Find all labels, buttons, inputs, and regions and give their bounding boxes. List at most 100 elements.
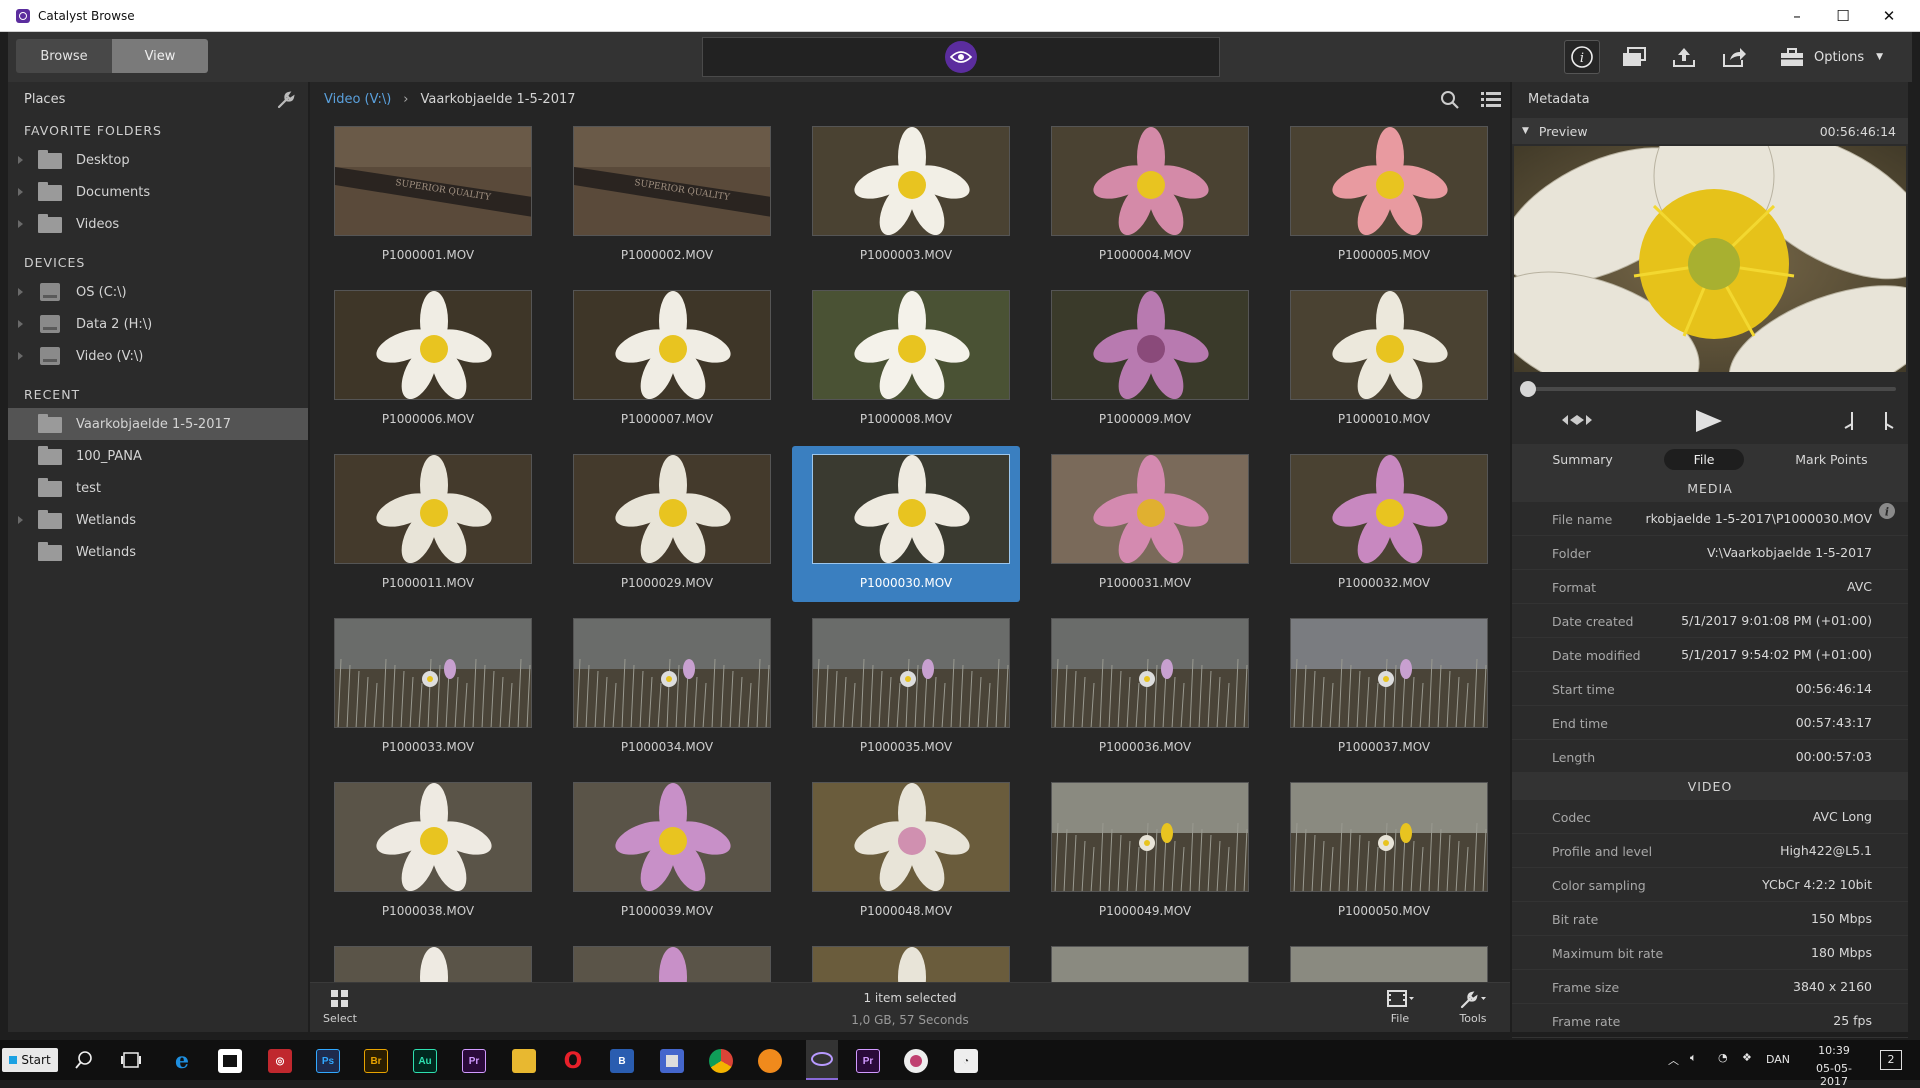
file-thumbnail[interactable]: SUPERIOR QUALITY P1000001.MOV [314,118,542,274]
notification-center-icon[interactable]: 2 [1880,1050,1902,1070]
info-circle-icon[interactable]: i [1878,502,1896,520]
bridge-icon[interactable]: Br [364,1049,388,1073]
mark-in-icon[interactable] [1842,410,1858,432]
file-thumbnail[interactable]: P1000007.MOV [553,282,781,438]
sidebar-item-documents[interactable]: Documents [8,176,308,208]
sidebar-item-drive-c[interactable]: OS (C:\) [8,276,308,308]
file-thumbnail[interactable]: P1000048.MOV [792,774,1020,930]
file-thumbnail[interactable]: P1000037.MOV [1270,610,1498,766]
expand-arrow-icon[interactable] [18,288,23,296]
close-button[interactable]: ✕ [1866,0,1912,32]
breadcrumb-root-link[interactable]: Video (V:\) [324,92,391,107]
scrubber-track[interactable] [1524,387,1896,391]
app-icon-orange[interactable] [758,1049,782,1073]
copy-icon[interactable] [1616,40,1652,74]
file-thumbnail[interactable]: P1000049.MOV [1031,774,1259,930]
davinci-icon[interactable] [904,1049,928,1073]
app-icon-red[interactable]: ◎ [268,1049,292,1073]
file-thumbnail-partial[interactable] [314,938,542,982]
preview-scrubber[interactable] [1520,379,1900,399]
premiere-icon[interactable]: Pr [462,1049,486,1073]
clock-date[interactable]: 05-05-2017 [1804,1062,1864,1088]
file-thumbnail-partial[interactable] [792,938,1020,982]
tools-menu-button[interactable]: Tools [1448,989,1498,1025]
start-button[interactable]: Start [2,1048,58,1072]
shuttle-icon[interactable] [1562,412,1592,428]
file-thumbnail[interactable]: P1000036.MOV [1031,610,1259,766]
export-icon[interactable] [1716,40,1752,74]
sidebar-item-recent-100pana[interactable]: 100_PANA [8,440,308,472]
play-icon[interactable] [1694,408,1724,434]
expand-arrow-icon[interactable] [18,156,23,164]
file-thumbnail[interactable]: P1000010.MOV [1270,282,1498,438]
tab-summary[interactable]: Summary [1522,449,1642,470]
file-thumbnail-partial[interactable] [553,938,781,982]
search-icon[interactable] [1440,90,1460,110]
file-explorer-icon[interactable] [512,1049,536,1073]
premiere-icon-2[interactable]: Pr [856,1049,880,1073]
info-icon[interactable]: i [1564,40,1600,74]
file-thumbnail[interactable]: P1000039.MOV [553,774,781,930]
file-thumbnail[interactable]: P1000034.MOV [553,610,781,766]
sidebar-item-recent-test[interactable]: test [8,472,308,504]
expand-arrow-icon[interactable] [18,352,23,360]
file-thumbnail[interactable]: P1000031.MOV [1031,446,1259,602]
expand-arrow-icon[interactable] [18,188,23,196]
store-icon[interactable] [218,1049,242,1073]
dropbox-icon[interactable]: ❖ [1742,1051,1752,1064]
collapse-arrow-icon[interactable]: ▼ [1522,126,1529,136]
sidebar-item-recent-vaarkobjaelde[interactable]: Vaarkobjaelde 1-5-2017 [8,408,308,440]
scrubber-handle[interactable] [1520,381,1536,397]
expand-arrow-icon[interactable] [18,516,23,524]
options-menu[interactable]: Options ▼ [1780,40,1883,74]
sidebar-item-desktop[interactable]: Desktop [8,144,308,176]
minimize-button[interactable]: – [1774,0,1820,32]
tab-mark-points[interactable]: Mark Points [1765,449,1897,470]
sidebar-item-drive-v[interactable]: Video (V:\) [8,340,308,372]
file-thumbnail[interactable]: P1000005.MOV [1270,118,1498,274]
maximize-button[interactable]: ☐ [1820,0,1866,32]
file-thumbnail[interactable]: P1000011.MOV [314,446,542,602]
sidebar-item-videos[interactable]: Videos [8,208,308,240]
tab-file[interactable]: File [1663,448,1745,470]
network-icon[interactable]: ◔ [1718,1051,1728,1064]
file-thumbnail[interactable]: P1000009.MOV [1031,282,1259,438]
photoshop-icon[interactable]: Ps [316,1049,340,1073]
file-menu-button[interactable]: File [1375,989,1425,1025]
list-view-icon[interactable] [1480,89,1502,111]
wrench-icon[interactable] [276,90,296,110]
app-icon-white[interactable]: ◔ [954,1049,978,1073]
file-thumbnail[interactable]: P1000032.MOV [1270,446,1498,602]
sidebar-item-drive-h[interactable]: Data 2 (H:\) [8,308,308,340]
audition-icon[interactable]: Au [413,1049,437,1073]
sidebar-item-recent-wetlands-2[interactable]: Wetlands [8,536,308,568]
file-thumbnail[interactable]: P1000033.MOV [314,610,542,766]
expand-arrow-icon[interactable] [18,220,23,228]
edge-icon[interactable]: e [170,1048,194,1074]
file-thumbnail-partial[interactable] [1031,938,1259,982]
file-thumbnail[interactable]: SUPERIOR QUALITY P1000002.MOV [553,118,781,274]
language-indicator[interactable]: DAN [1766,1053,1790,1066]
upload-icon[interactable] [1666,40,1702,74]
sidebar-item-recent-wetlands[interactable]: Wetlands [8,504,308,536]
mark-out-icon[interactable] [1880,410,1896,432]
file-thumbnail[interactable]: P1000050.MOV [1270,774,1498,930]
app-icon-blue[interactable]: B [610,1049,634,1073]
search-icon[interactable] [74,1050,94,1070]
preview-header[interactable]: ▼ Preview 00:56:46:14 [1512,118,1908,144]
task-view-icon[interactable] [120,1051,142,1069]
opera-icon[interactable]: O [561,1049,585,1074]
view-button[interactable]: View [112,39,208,73]
expand-arrow-icon[interactable] [18,320,23,328]
catalyst-browse-taskbar-icon[interactable] [806,1040,838,1080]
file-thumbnail-partial[interactable] [1270,938,1498,982]
clock-time[interactable]: 10:39 [1804,1044,1864,1057]
tray-chevron-icon[interactable]: ︿ [1668,1052,1679,1068]
file-thumbnail[interactable]: P1000035.MOV [792,610,1020,766]
browse-button[interactable]: Browse [16,39,112,73]
file-thumbnail[interactable]: P1000038.MOV [314,774,542,930]
file-thumbnail[interactable]: P1000006.MOV [314,282,542,438]
chrome-icon[interactable] [709,1049,733,1073]
speaker-icon[interactable]: 🔈︎ [1690,1051,1697,1065]
file-thumbnail[interactable]: P1000003.MOV [792,118,1020,274]
